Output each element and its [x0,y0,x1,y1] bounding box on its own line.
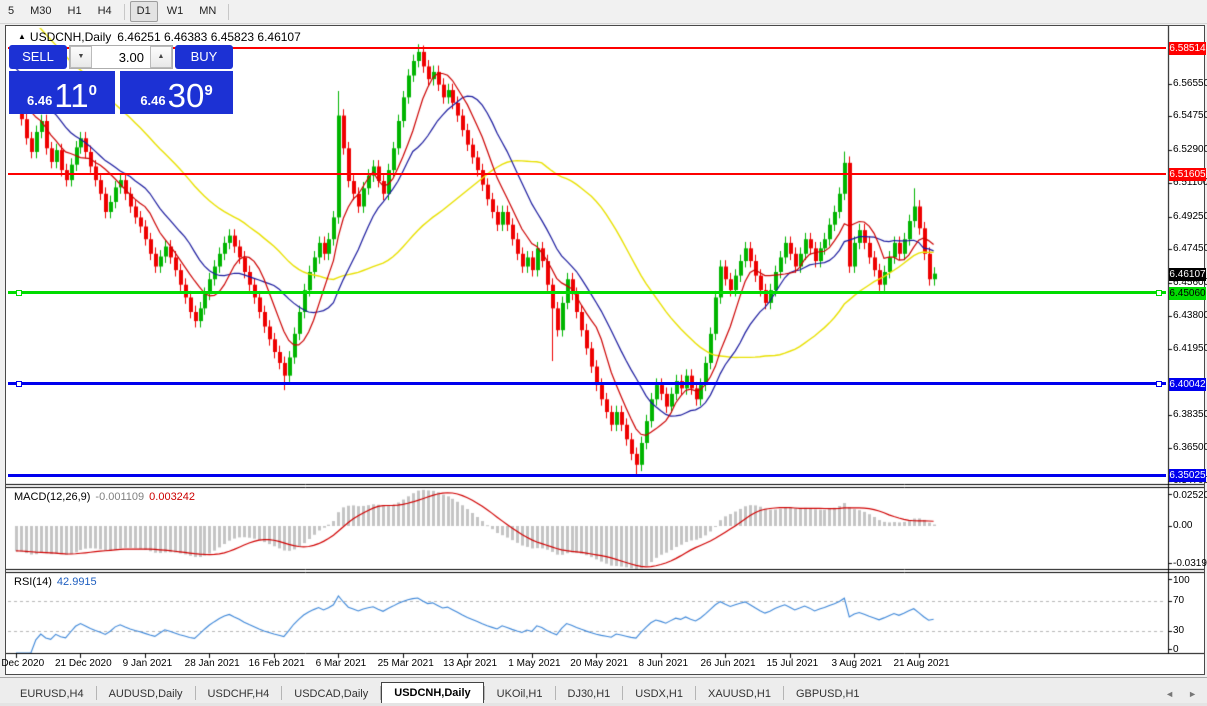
chart-title: ▲ USDCNH,Daily 6.46251 6.46383 6.45823 6.4… [18,30,301,44]
price-axis-tick: 6.41950 [1173,343,1207,354]
toolbar-separator [228,4,229,20]
macd-indicator-label: MACD(12,26,9) -0.001109 0.003242 [14,491,195,503]
date-axis-label: 20 May 2021 [570,658,628,669]
timeframe-button-d1[interactable]: D1 [130,1,158,22]
macd-axis-tick: -0.03199 [1173,558,1207,569]
rsi-axis-tick: 100 [1173,575,1190,586]
line-handle[interactable] [1156,381,1162,387]
timeframe-button-h4[interactable]: H4 [91,1,119,22]
date-axis-label: 21 Aug 2021 [893,658,949,669]
line-handle[interactable] [1156,290,1162,296]
chart-canvas[interactable] [6,26,1204,674]
price-axis-tick: 6.49250 [1173,211,1207,222]
symbol-tab-usdcad-daily[interactable]: USDCAD,Daily [282,685,380,704]
sell-button[interactable]: SELL [9,45,67,69]
buy-price-box[interactable]: 6.46 30 9 [120,71,233,114]
symbol-tab-audusd-daily[interactable]: AUDUSD,Daily [97,685,195,704]
price-axis-tick: 6.52900 [1173,144,1207,155]
macd-axis-tick: 0.00 [1173,520,1192,531]
date-axis-label: 25 Mar 2021 [378,658,434,669]
support-line-label: 6.45060 [1169,287,1206,300]
date-axis-label: 15 Jul 2021 [766,658,818,669]
date-axis-label: 8 Jun 2021 [639,658,689,669]
support-line-label: 6.40042 [1169,378,1206,391]
timeframe-button-h1[interactable]: H1 [61,1,89,22]
symbol-tab-dj30-h1[interactable]: DJ30,H1 [556,685,623,704]
hline-support-6.35025[interactable] [8,474,1166,477]
sell-price-box[interactable]: 6.46 11 0 [9,71,115,114]
resistance-line-label: 6.51605 [1169,168,1206,181]
timeframe-button-m30[interactable]: M30 [23,1,58,22]
tabs-scroll-left-icon[interactable]: ◄ [1165,689,1174,699]
volume-input[interactable] [92,46,150,68]
timeframe-button-mn[interactable]: MN [192,1,223,22]
price-axis-tick: 6.54750 [1173,110,1207,121]
symbol-tab-gbpusd-h1[interactable]: GBPUSD,H1 [784,685,872,704]
macd-value-main: -0.001109 [95,491,144,503]
date-axis-label: 28 Jan 2021 [185,658,240,669]
rsi-name: RSI(14) [14,576,52,588]
sell-price-big: 11 [54,81,88,111]
buy-price-small: 6.46 [140,91,165,111]
date-axis-label: 9 Jan 2021 [123,658,173,669]
date-axis-label: 13 Apr 2021 [443,658,497,669]
current-price-label: 6.46107 [1169,268,1206,281]
timeframe-button-5[interactable]: 5 [1,1,21,22]
symbol-tab-usdchf-h4[interactable]: USDCHF,H4 [196,685,282,704]
date-axis-label: 16 Feb 2021 [249,658,305,669]
app-screen: 5M30H1H4 D1W1MN ▲ USDCNH,Daily 6.46251 6.46… [0,0,1207,706]
macd-axis-tick: 0.025209 [1173,490,1207,501]
price-axis-tick: 6.47450 [1173,243,1207,254]
date-axis-label: 3 Aug 2021 [831,658,882,669]
rsi-indicator-label: RSI(14) 42.9915 [14,576,97,588]
price-axis-tick: 6.56550 [1173,78,1207,89]
price-axis-tick: 6.43800 [1173,310,1207,321]
symbol-tab-eurusd-h4[interactable]: EURUSD,H4 [8,685,96,704]
date-axis-label: 21 Dec 2020 [55,658,112,669]
timeframe-toolbar: 5M30H1H4 D1W1MN [0,0,1207,24]
date-axis-label: 1 May 2021 [508,658,560,669]
volume-decrease-icon[interactable]: ▼ [70,46,92,68]
symbol-tab-ukoil-h1[interactable]: UKOil,H1 [485,685,555,704]
buy-price-sup: 9 [204,71,212,111]
buy-button[interactable]: BUY [175,45,233,69]
date-axis-label: 6 Mar 2021 [316,658,367,669]
rsi-axis-tick: 70 [1173,595,1184,606]
one-click-trade-widget: SELL ▼ ▲ BUY 6.46 11 0 6.46 30 9 [9,45,233,114]
macd-name: MACD(12,26,9) [14,491,90,503]
support-line-label: 6.35025 [1169,469,1206,482]
hline-resistance-6.51605[interactable] [8,173,1166,175]
rsi-axis-tick: 0 [1173,644,1179,655]
price-axis-tick: 6.38350 [1173,409,1207,420]
rsi-value: 42.9915 [57,576,97,588]
chart-ohlc-quotes: 6.46251 6.46383 6.45823 6.46107 [117,30,301,44]
price-axis-tick: 6.36500 [1173,442,1207,453]
timeframe-button-w1[interactable]: W1 [160,1,191,22]
symbol-tab-usdcnh-daily[interactable]: USDCNH,Daily [381,682,483,704]
line-handle[interactable] [16,290,22,296]
tabs-scroll-right-icon[interactable]: ► [1188,689,1197,699]
toolbar-separator [124,4,125,20]
line-handle[interactable] [16,381,22,387]
resistance-line-label: 6.58514 [1169,42,1206,55]
rsi-axis-tick: 30 [1173,625,1184,636]
hline-support-6.45060[interactable] [8,291,1166,294]
buy-price-big: 30 [168,81,205,111]
sell-price-sup: 0 [89,71,97,111]
chart-symbol-label: USDCNH,Daily [30,30,111,44]
symbol-tab-xauusd-h1[interactable]: XAUUSD,H1 [696,685,783,704]
macd-value-signal: 0.003242 [149,491,195,503]
date-axis-label: 2 Dec 2020 [0,658,44,669]
symbol-tab-bar: EURUSD,H4AUDUSD,DailyUSDCHF,H4USDCAD,Dai… [0,677,1207,704]
chart-window: ▲ USDCNH,Daily 6.46251 6.46383 6.45823 6.4… [5,25,1205,675]
collapse-panel-icon[interactable]: ▲ [18,32,26,41]
hline-support-6.40042[interactable] [8,382,1166,385]
symbol-tab-usdx-h1[interactable]: USDX,H1 [623,685,695,704]
volume-stepper: ▼ ▲ [69,45,173,69]
volume-increase-icon[interactable]: ▲ [150,46,172,68]
date-axis-label: 26 Jun 2021 [700,658,755,669]
sell-price-small: 6.46 [27,91,52,111]
